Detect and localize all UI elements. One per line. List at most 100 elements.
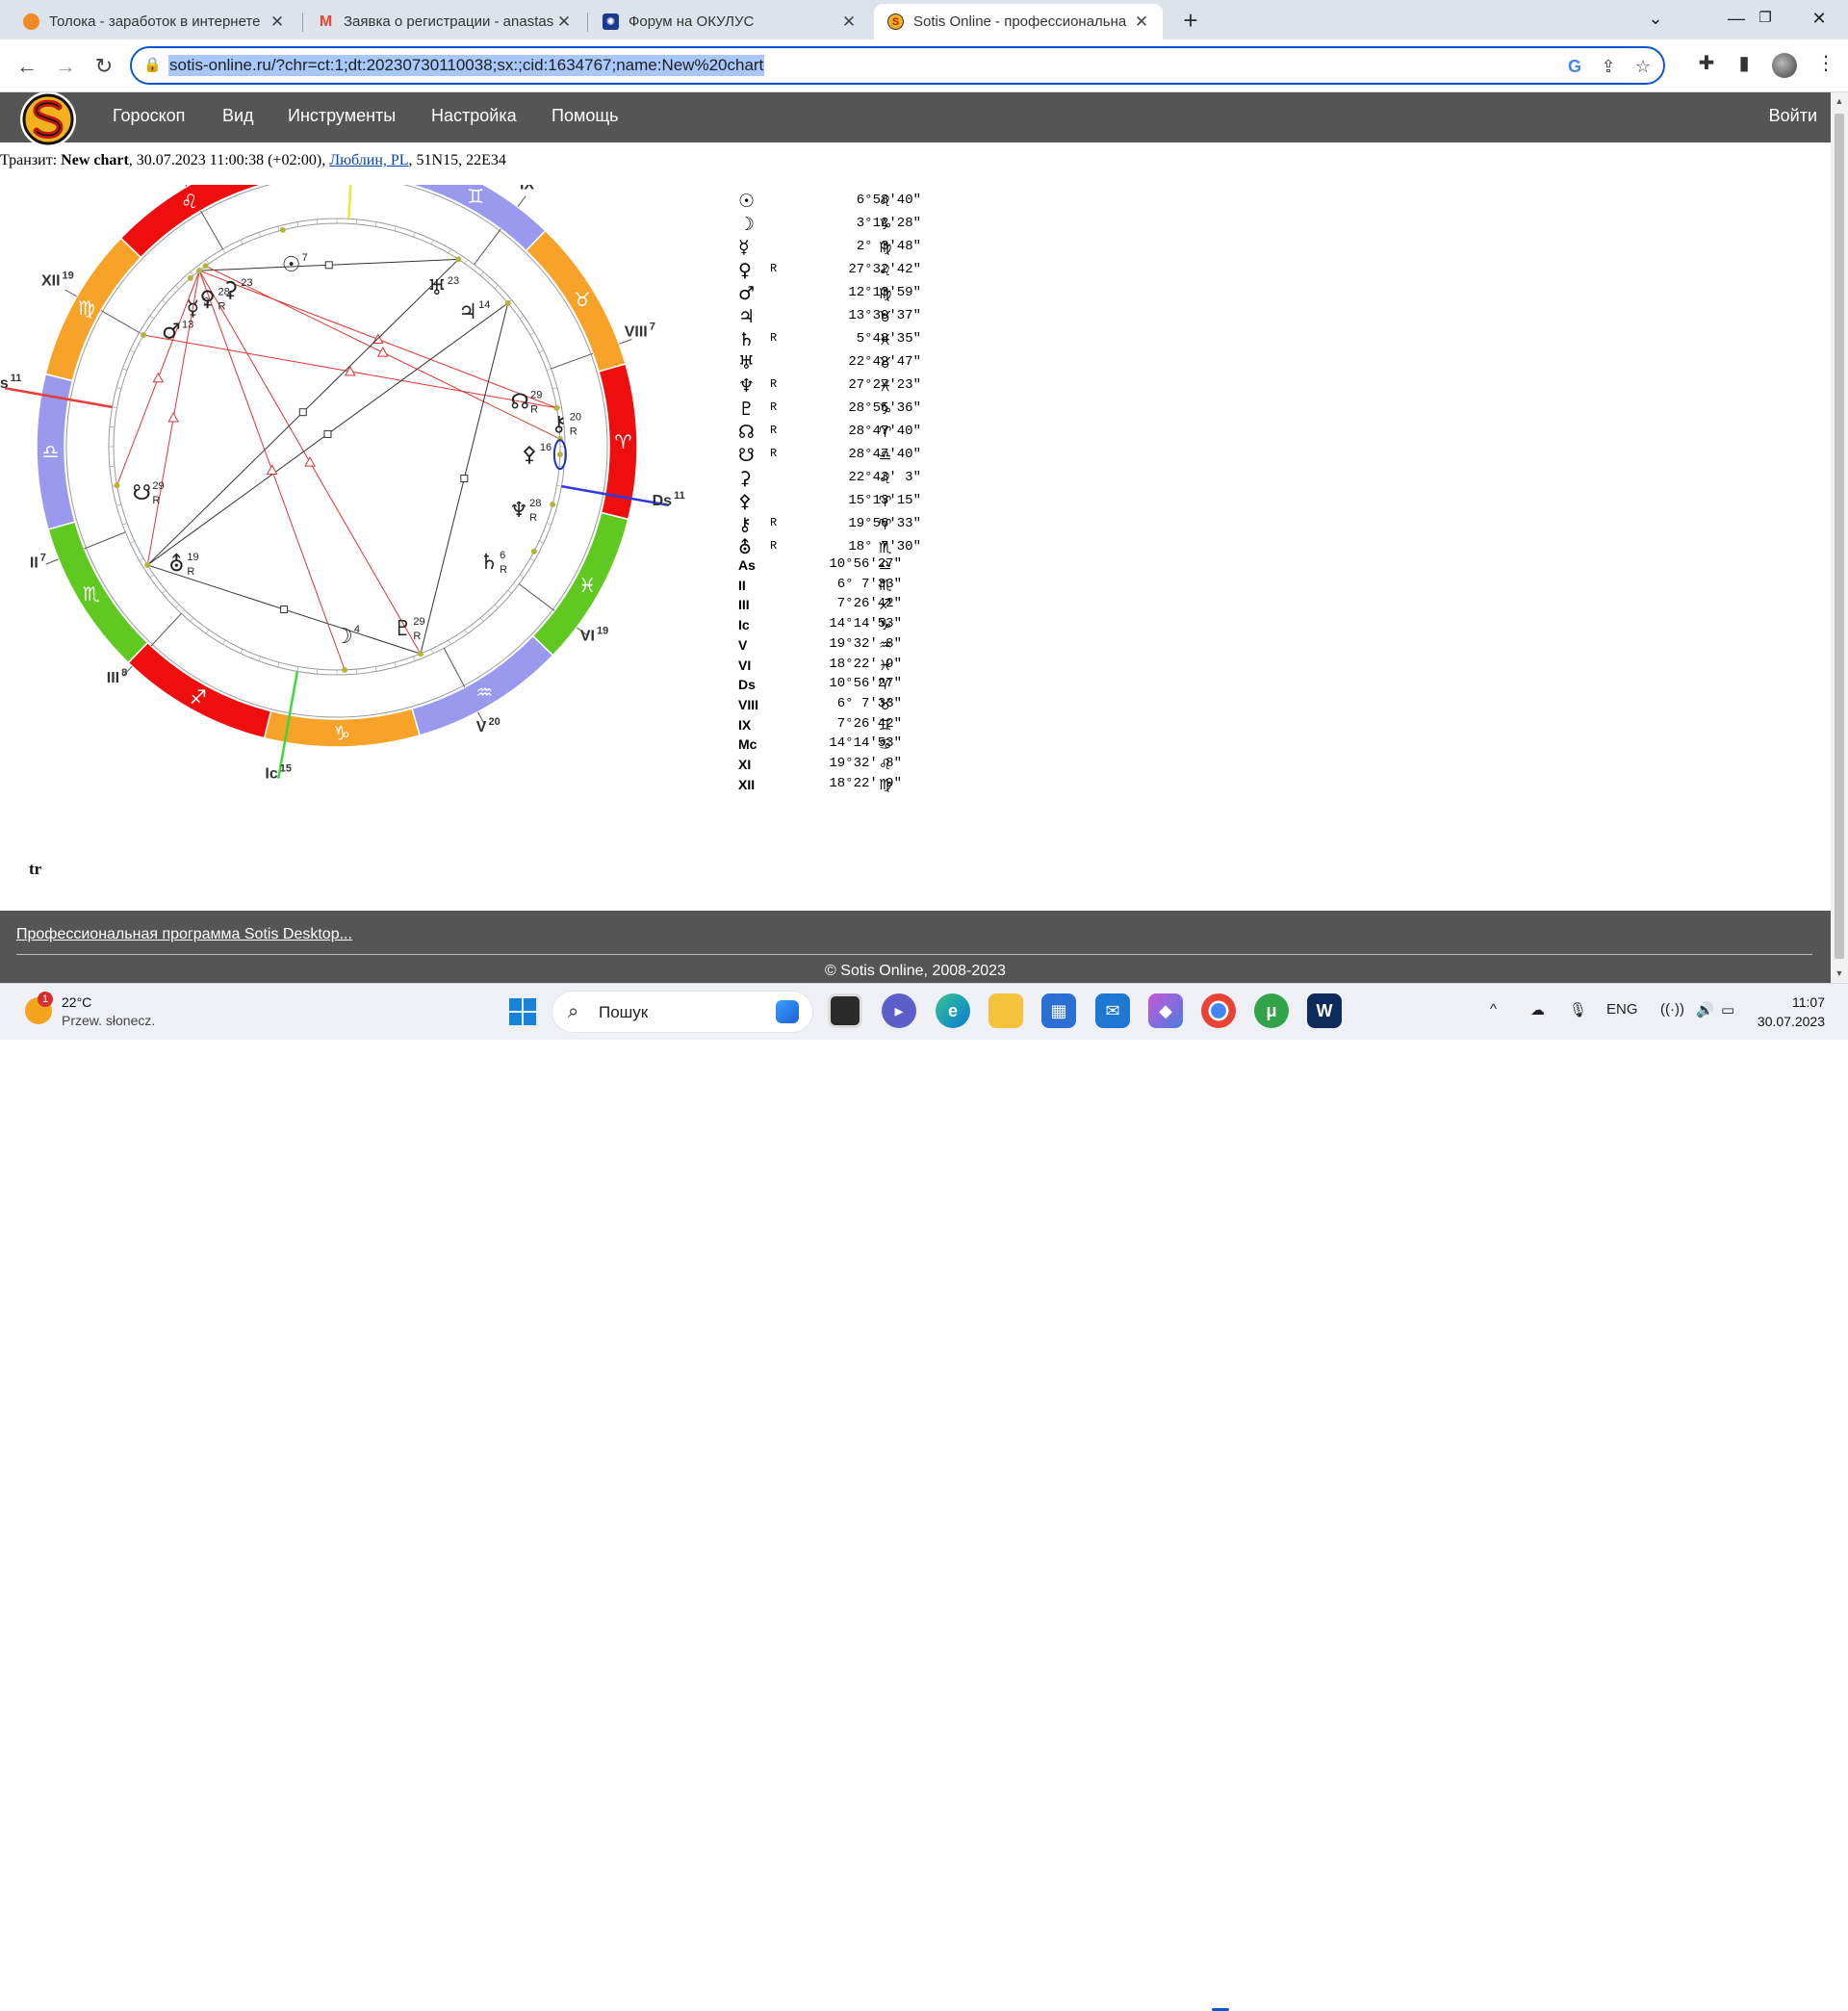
scroll-down-icon[interactable]: ▼ bbox=[1831, 968, 1848, 978]
close-tab-icon[interactable]: ✕ bbox=[839, 13, 859, 32]
close-tab-icon[interactable]: ✕ bbox=[1132, 13, 1151, 32]
planet-glyph-icon: ☊ bbox=[738, 422, 761, 443]
close-tab-icon[interactable]: ✕ bbox=[554, 13, 574, 32]
planet-glyph-icon: ⚳ bbox=[738, 468, 761, 489]
zodiac-sign-icon: ♋ bbox=[879, 735, 891, 754]
back-arrow-icon[interactable]: ← bbox=[12, 51, 42, 82]
close-tab-icon[interactable]: ✕ bbox=[268, 13, 287, 32]
nav-settings[interactable]: Настройка bbox=[431, 106, 517, 126]
zodiac-sign-icon: ♓ bbox=[879, 375, 891, 397]
tray-overflow-chevron-icon[interactable]: ^ bbox=[1490, 1001, 1497, 1018]
tab-toloka[interactable]: Толока - заработок в интернете ✕ bbox=[10, 4, 298, 39]
zodiac-sign-glyph: ♉ bbox=[574, 288, 591, 311]
planet-glyph-icon: ☽ bbox=[738, 214, 761, 235]
notification-badge: 1 bbox=[38, 992, 53, 1007]
chart-wheel[interactable]: ♋♊♉♈♓♒♑♐♏♎♍♌ Mc15IX8VIII7Ds11VI19V20Ic15… bbox=[0, 185, 712, 897]
planet-glyph-icon: ♆ bbox=[738, 375, 761, 397]
network-status-icon[interactable]: ☁ bbox=[1530, 1001, 1545, 1018]
taskbar-clock[interactable]: 11:07 30.07.2023 bbox=[1758, 993, 1825, 1031]
tab-title: Форум на ОКУЛУС bbox=[629, 13, 839, 30]
extensions-puzzle-icon[interactable]: ✚ bbox=[1694, 51, 1719, 76]
login-button[interactable]: Войти bbox=[1769, 106, 1817, 126]
planet-degree: 23 bbox=[448, 275, 459, 287]
planet-degree: 29 bbox=[152, 480, 164, 492]
planet-degree: 13°30′37″ bbox=[786, 308, 921, 323]
task-view-icon[interactable] bbox=[828, 993, 862, 1028]
tab-oculus-forum[interactable]: ✺ Форум на ОКУЛУС ✕ bbox=[589, 4, 870, 39]
microphone-icon[interactable]: 🎙 bbox=[1569, 1001, 1587, 1018]
transit-coords: , 51N15, 22E34 bbox=[409, 152, 506, 168]
planet-glyph: ♆ bbox=[509, 499, 528, 523]
teams-chat-icon[interactable]: ▸ bbox=[882, 993, 916, 1028]
url-text[interactable]: sotis-online.ru/?chr=ct:1;dt:20230730110… bbox=[168, 55, 764, 76]
ms-store-icon[interactable]: ▦ bbox=[1041, 993, 1076, 1028]
copilot-icon[interactable]: ◆ bbox=[1148, 993, 1183, 1028]
house-label: VI bbox=[738, 656, 767, 675]
file-explorer-icon[interactable] bbox=[988, 993, 1023, 1028]
side-panel-icon[interactable]: ▮ bbox=[1732, 51, 1757, 76]
nav-help[interactable]: Помощь bbox=[552, 106, 619, 126]
planet-position-row: ⚴15°13′15″♈ bbox=[736, 491, 910, 512]
planet-glyph: ♂ bbox=[162, 321, 181, 345]
nav-tools[interactable]: Инструменты bbox=[288, 106, 396, 126]
planet-degree: 7 bbox=[302, 252, 308, 264]
tab-gmail[interactable]: M Заявка о регистрации - anastasi ✕ bbox=[304, 4, 585, 39]
browser-menu-icon[interactable]: ⋮ bbox=[1813, 51, 1838, 76]
planet-degree: 14 bbox=[478, 299, 490, 311]
language-indicator[interactable]: ENG bbox=[1606, 1001, 1638, 1018]
planet-position-row: ☊R28°47′40″♈ bbox=[736, 422, 910, 443]
planet-glyph: ♅ bbox=[427, 276, 447, 300]
planet-dot bbox=[144, 562, 150, 568]
house-position-row: III7°26′42″♐ bbox=[736, 595, 910, 614]
page-scrollbar[interactable]: ▲ ▼ bbox=[1831, 92, 1848, 983]
aspect-square-marker bbox=[325, 262, 332, 269]
new-tab-button[interactable]: + bbox=[1176, 7, 1205, 36]
weather-widget[interactable]: 1 22°C Przew. słonecz. bbox=[25, 992, 218, 1034]
planet-degree: 28°55′36″ bbox=[786, 400, 921, 416]
zodiac-sign-icon: ♈ bbox=[879, 514, 891, 535]
house-label: VIII bbox=[738, 695, 767, 714]
edge-icon[interactable]: e bbox=[936, 993, 970, 1028]
forward-arrow-icon[interactable]: → bbox=[50, 51, 81, 82]
planet-degree: 19 bbox=[187, 552, 198, 563]
planet-position-row: ☿2° 3′48″♍ bbox=[736, 237, 910, 258]
nav-view[interactable]: Вид bbox=[222, 106, 254, 126]
bing-icon[interactable] bbox=[776, 1000, 799, 1023]
retrograde-marker: R bbox=[413, 631, 421, 642]
address-bar[interactable]: 🔒 sotis-online.ru/?chr=ct:1;dt:202307301… bbox=[130, 46, 1665, 85]
zodiac-sign-icon: ♈ bbox=[879, 675, 891, 694]
volume-icon[interactable]: 🔊 bbox=[1696, 1001, 1714, 1018]
share-icon[interactable]: ⇪ bbox=[1597, 55, 1620, 78]
transit-place-link[interactable]: Люблин, PL bbox=[329, 152, 408, 168]
nav-horoscope[interactable]: Гороскоп bbox=[113, 106, 185, 126]
battery-icon[interactable]: ▭ bbox=[1721, 1001, 1734, 1018]
reload-icon[interactable]: ↻ bbox=[89, 51, 119, 82]
scroll-up-icon[interactable]: ▲ bbox=[1831, 96, 1848, 106]
browser-toolbar: ← → ↻ 🔒 sotis-online.ru/?chr=ct:1;dt:202… bbox=[0, 39, 1848, 92]
retrograde-marker: R bbox=[152, 495, 160, 506]
zodiac-sign-glyph: ♊ bbox=[467, 185, 484, 208]
wifi-icon[interactable]: ((·)) bbox=[1660, 1001, 1684, 1018]
windows-start-icon[interactable] bbox=[508, 997, 537, 1026]
sotis-desktop-link[interactable]: Профессиональная программа Sotis Desktop… bbox=[16, 926, 352, 943]
sotis-favicon-icon: S bbox=[887, 13, 904, 30]
webex-icon[interactable]: W bbox=[1307, 993, 1342, 1028]
utorrent-icon[interactable]: μ bbox=[1254, 993, 1289, 1028]
bookmark-star-icon[interactable]: ☆ bbox=[1631, 55, 1655, 78]
google-lens-icon[interactable]: G bbox=[1563, 55, 1586, 78]
scrollbar-thumb[interactable] bbox=[1835, 114, 1844, 959]
gmail-favicon-icon: M bbox=[318, 13, 334, 30]
zodiac-sign-glyph: ♒ bbox=[475, 681, 493, 704]
close-window-button[interactable]: ✕ bbox=[1790, 0, 1848, 39]
taskbar-search[interactable]: ⌕ Пошук bbox=[552, 991, 813, 1033]
profile-avatar[interactable] bbox=[1772, 53, 1797, 78]
lock-icon[interactable]: 🔒 bbox=[143, 56, 162, 73]
tab-search-chevron-icon[interactable]: ⌄ bbox=[1627, 0, 1684, 39]
restore-button[interactable]: ❐ bbox=[1736, 0, 1794, 39]
retrograde-flag: R bbox=[770, 516, 777, 529]
planet-glyph: ⚴ bbox=[522, 443, 537, 467]
tab-sotis-online[interactable]: S Sotis Online - профессиональна ✕ bbox=[874, 4, 1163, 39]
chrome-icon[interactable] bbox=[1201, 993, 1236, 1028]
sotis-logo[interactable] bbox=[17, 92, 79, 150]
mail-icon[interactable]: ✉ bbox=[1095, 993, 1130, 1028]
